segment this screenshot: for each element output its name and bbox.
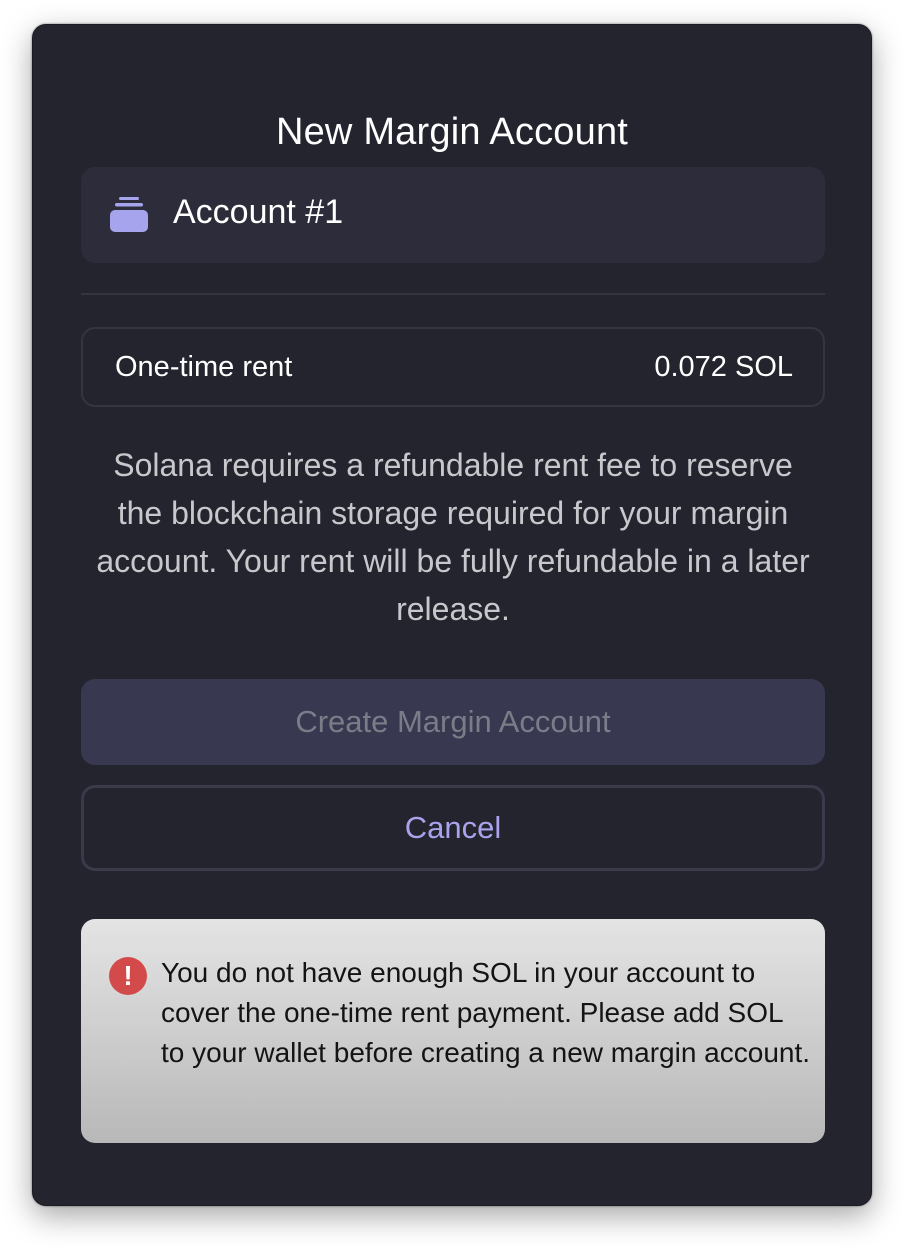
rent-description: Solana requires a refundable rent fee to…	[96, 447, 810, 627]
divider	[81, 293, 825, 295]
new-margin-account-modal: New Margin Account Account #1 One-time r…	[32, 24, 872, 1206]
insufficient-sol-warning: ! You do not have enough SOL in your acc…	[81, 919, 825, 1143]
account-selector: Account #1	[81, 167, 825, 263]
account-name: Account #1	[173, 193, 344, 231]
error-exclamation-icon: !	[109, 957, 147, 995]
rent-value: 0.072 SOL	[654, 351, 793, 383]
rent-info-box: One-time rent 0.072 SOL	[81, 327, 825, 407]
rent-label: One-time rent	[115, 351, 293, 383]
stacked-accounts-icon	[110, 197, 148, 232]
cancel-button[interactable]: Cancel	[81, 785, 825, 871]
create-margin-account-button[interactable]: Create Margin Account	[81, 679, 825, 765]
warning-text: You do not have enough SOL in your accou…	[161, 957, 811, 1068]
modal-title: New Margin Account	[275, 111, 629, 153]
